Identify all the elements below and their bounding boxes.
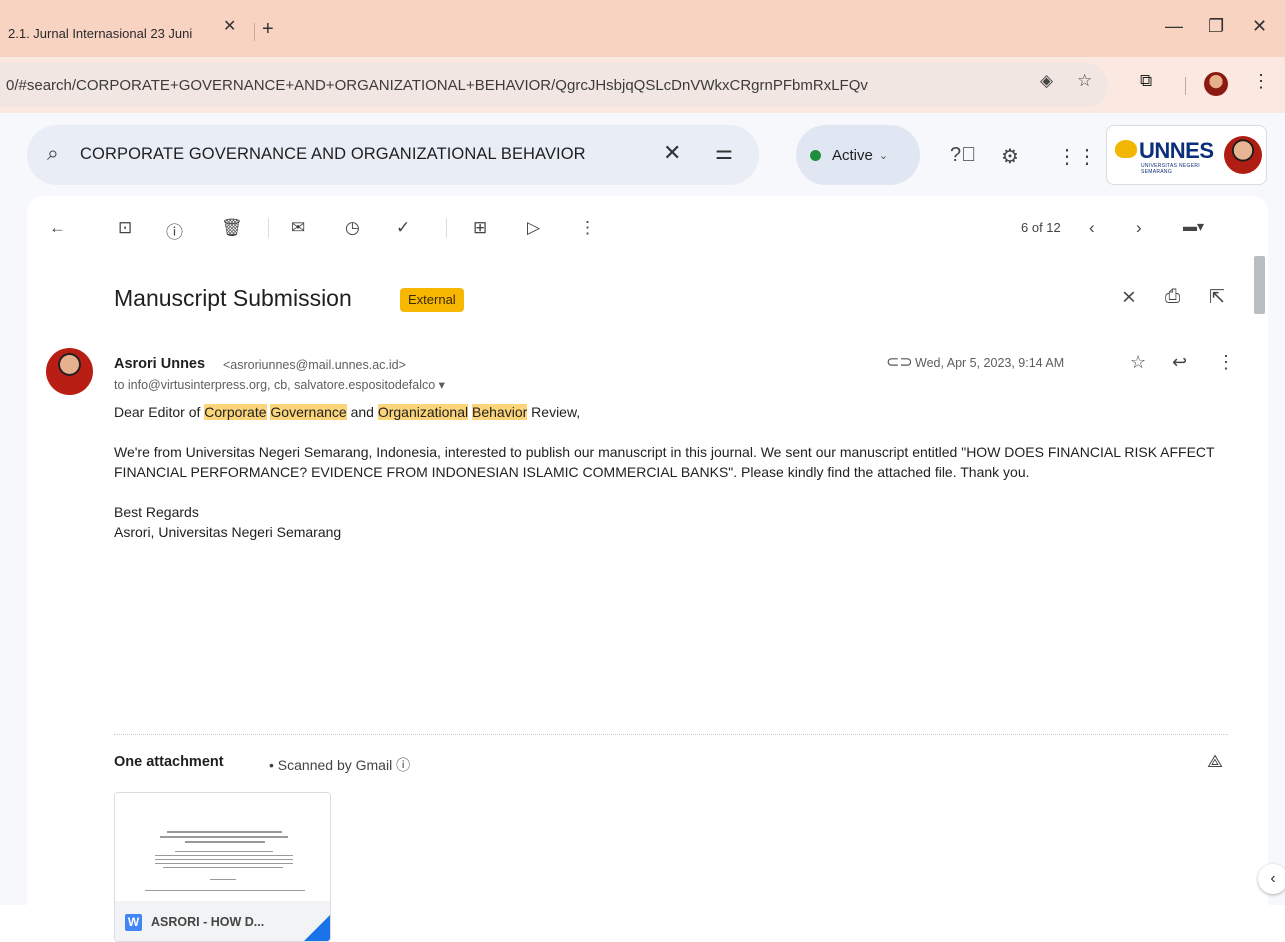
search-highlight: Organizational [377, 404, 469, 420]
more-options-icon[interactable]: ⋮ [579, 218, 596, 238]
lens-icon[interactable]: ◈ [1040, 71, 1053, 91]
search-bar[interactable]: ⌕ CORPORATE GOVERNANCE AND ORGANIZATIONA… [27, 125, 759, 185]
keyboard-input-icon[interactable]: ▬▾ [1183, 218, 1204, 235]
unnes-emblem-icon [1115, 140, 1137, 158]
email-subject: Manuscript Submission [114, 285, 352, 311]
profile-avatar[interactable] [1204, 72, 1228, 96]
scanned-by-gmail[interactable]: • Scanned by Gmail ⓘ [269, 755, 410, 775]
newer-chevron-icon[interactable]: ‹ [1089, 218, 1095, 238]
logo-text: UNNES [1139, 138, 1214, 163]
search-options-icon[interactable]: ⚌ [715, 140, 733, 165]
recipient-list[interactable]: to info@virtusinterpress.org, cb, salvat… [114, 377, 445, 392]
delete-icon[interactable]: 🗑︎ [221, 218, 243, 238]
bookmark-star-icon[interactable]: ☆ [1077, 71, 1092, 91]
greeting-text: Dear Editor of [114, 404, 205, 420]
search-input[interactable]: CORPORATE GOVERNANCE AND ORGANIZATIONAL … [80, 145, 586, 164]
report-spam-icon[interactable]: ⓘ [166, 218, 183, 243]
word-file-icon: W [125, 913, 142, 931]
settings-gear-icon[interactable]: ⚙ [1001, 144, 1019, 169]
extensions-icon[interactable]: ⧉ [1140, 71, 1152, 91]
message-view: ← ⊡ ⓘ 🗑︎ ✉ ◷ ✓ ⊞ ▷ ⋮ 6 of 12 ‹ › ▬▾ Manu… [27, 196, 1268, 942]
tab-title: 2.1. Jurnal Internasional 23 Juni [8, 26, 193, 41]
browser-menu-icon[interactable]: ⋮ [1252, 71, 1270, 92]
collapse-all-icon[interactable]: ⨯ [1121, 286, 1137, 309]
address-bar[interactable]: 0/#search/CORPORATE+GOVERNANCE+AND+ORGAN… [0, 63, 1108, 107]
toolbar-divider [268, 218, 269, 238]
side-panel-toggle-icon[interactable]: ‹ [1258, 864, 1285, 894]
star-icon[interactable]: ☆ [1130, 352, 1146, 373]
sender-name[interactable]: Asrori Unnes [114, 356, 205, 372]
account-switcher[interactable]: UNNES UNIVERSITAS NEGERI SEMARANG [1106, 125, 1267, 185]
tab-close-icon[interactable]: ✕ [223, 16, 236, 36]
recipient-details-chevron-icon[interactable]: ▾ [439, 378, 445, 392]
scrollbar-thumb[interactable] [1254, 256, 1265, 314]
search-icon[interactable]: ⌕ [47, 142, 59, 166]
logo-subtext: UNIVERSITAS NEGERI SEMARANG [1141, 163, 1200, 175]
greeting-text: Review, [527, 404, 581, 420]
mark-unread-icon[interactable]: ✉ [291, 218, 305, 238]
window-restore-button[interactable]: ❐ [1208, 16, 1224, 37]
message-more-icon[interactable]: ⋮ [1217, 352, 1235, 373]
reply-icon[interactable]: ↩ [1172, 352, 1187, 373]
gmail-app: ⌕ CORPORATE GOVERNANCE AND ORGANIZATIONA… [0, 113, 1285, 942]
signature: Asrori, Universitas Negeri Semarang [114, 524, 342, 540]
toolbar-divider [446, 218, 447, 238]
email-body: Dear Editor of Corporate Governance and … [114, 402, 1234, 542]
help-icon[interactable]: ?⃝ [950, 144, 976, 167]
archive-icon[interactable]: ⊡ [118, 218, 132, 238]
document-thumbnail [115, 793, 330, 901]
clear-search-icon[interactable]: ✕ [663, 140, 681, 166]
body-paragraph: We're from Universitas Negeri Semarang, … [114, 444, 1215, 480]
add-to-drive-icon[interactable]: ⟁ [1207, 751, 1223, 772]
page-count: 6 of 12 [1021, 220, 1061, 235]
tab-divider [254, 23, 255, 41]
status-label: Active [832, 146, 873, 164]
add-task-icon[interactable]: ✓ [396, 218, 410, 238]
older-chevron-icon[interactable]: › [1136, 218, 1142, 238]
move-to-icon[interactable]: ⊞ [473, 218, 487, 238]
closing: Best Regards [114, 504, 199, 520]
attachment-divider [114, 734, 1228, 735]
browser-toolbar: 0/#search/CORPORATE+GOVERNANCE+AND+ORGAN… [0, 57, 1285, 113]
search-highlight: Corporate [204, 404, 267, 420]
url-text: 0/#search/CORPORATE+GOVERNANCE+AND+ORGAN… [6, 76, 868, 94]
recipients-text: to info@virtusinterpress.org, cb, salvat… [114, 378, 436, 392]
back-arrow-icon[interactable]: ← [49, 218, 66, 238]
new-tab-button[interactable]: + [262, 18, 274, 41]
account-avatar[interactable] [1224, 136, 1262, 174]
greeting-text: and [346, 404, 378, 420]
browser-tab[interactable]: 2.1. Jurnal Internasional 23 Juni [0, 10, 253, 57]
attachment-footer: W ASRORI - HOW D... [115, 901, 330, 941]
toolbar-divider [1185, 77, 1186, 95]
attachment-filename: ASRORI - HOW D... [151, 915, 265, 929]
attachments-title: One attachment [114, 754, 224, 770]
status-dot-icon [810, 149, 821, 161]
sender-email: <asroriunnes@mail.unnes.ac.id> [223, 358, 406, 372]
search-highlight: Governance [270, 404, 347, 420]
browser-tab-strip: 2.1. Jurnal Internasional 23 Juni ✕ + — … [0, 0, 1285, 57]
attachment-clip-icon: ⊂⊃ [886, 354, 913, 371]
open-new-window-icon[interactable]: ⇱ [1209, 286, 1225, 309]
attachment-corner-fold [304, 915, 330, 941]
window-close-button[interactable]: ✕ [1252, 16, 1267, 37]
external-label-badge[interactable]: External [400, 288, 464, 312]
label-icon[interactable]: ▷ [527, 218, 540, 238]
search-highlight: Behavior [472, 404, 528, 420]
window-minimize-button[interactable]: — [1165, 16, 1183, 37]
status-dropdown[interactable]: Active ⌄ [796, 125, 920, 185]
email-date: Wed, Apr 5, 2023, 9:14 AM [915, 356, 1065, 370]
sender-avatar[interactable] [46, 348, 93, 395]
organization-logo: UNNES UNIVERSITAS NEGERI SEMARANG [1115, 134, 1221, 175]
chevron-down-icon: ⌄ [878, 149, 889, 162]
greeting: Dear Editor of Corporate Governance and … [114, 402, 1234, 422]
print-icon[interactable]: ⎙ [1165, 286, 1180, 308]
attachment-card[interactable]: W ASRORI - HOW D... [114, 792, 331, 942]
snooze-clock-icon[interactable]: ◷ [345, 218, 360, 238]
